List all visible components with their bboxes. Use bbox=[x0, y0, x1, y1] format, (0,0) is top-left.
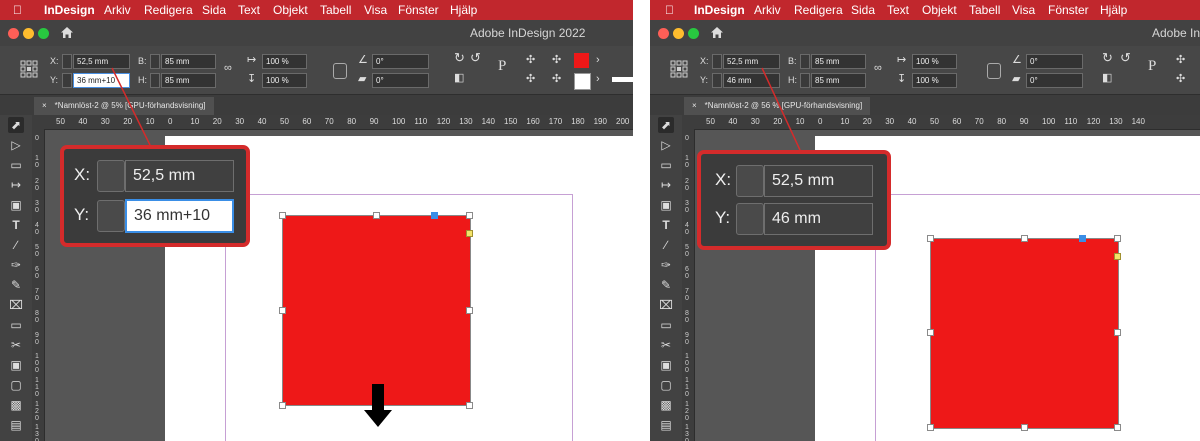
zoom-callout: X: 52,5 mm Y: 46 mm bbox=[697, 150, 891, 250]
zoom-y-field[interactable]: 46 mm bbox=[764, 203, 873, 235]
zoom-y-field[interactable]: 36 mm+10 bbox=[125, 199, 234, 233]
zoom-y-stepper[interactable] bbox=[736, 203, 764, 235]
zoom-y-label: Y: bbox=[715, 208, 731, 227]
zoom-x-label: X: bbox=[74, 165, 91, 184]
panel-after:  InDesign Arkiv Redigera Sida Text Obje… bbox=[650, 0, 1200, 441]
panel-divider bbox=[633, 0, 650, 441]
zoom-x-stepper[interactable] bbox=[97, 160, 125, 192]
zoom-x-field[interactable]: 52,5 mm bbox=[764, 165, 873, 197]
zoom-y-stepper[interactable] bbox=[97, 200, 125, 232]
zoom-callout: X: 52,5 mm Y: 36 mm+10 bbox=[60, 145, 250, 247]
zoom-x-label: X: bbox=[715, 170, 732, 189]
zoom-x-stepper[interactable] bbox=[736, 165, 764, 197]
zoom-x-field[interactable]: 52,5 mm bbox=[125, 160, 234, 192]
zoom-y-label: Y: bbox=[74, 205, 90, 224]
panel-before:  InDesign Arkiv Redigera Sida Text Obje… bbox=[0, 0, 633, 441]
